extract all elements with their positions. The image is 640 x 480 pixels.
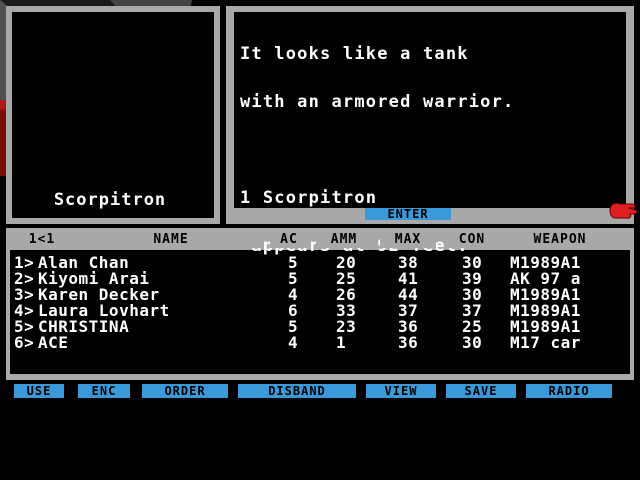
- member-amm: 1: [336, 333, 347, 352]
- order-button[interactable]: ORDER: [142, 384, 228, 398]
- portrait-panel: [12, 12, 214, 218]
- message-line: It looks like a tank: [240, 44, 469, 64]
- disband-button[interactable]: DISBAND: [238, 384, 356, 398]
- column-header-con: CON: [444, 232, 500, 248]
- column-header-amm: AMM: [316, 232, 372, 248]
- save-button[interactable]: SAVE: [446, 384, 516, 398]
- enc-button[interactable]: ENC: [78, 384, 130, 398]
- view-button[interactable]: VIEW: [366, 384, 436, 398]
- message-line: 1 Scorpitron: [240, 188, 378, 208]
- member-name: ACE: [38, 333, 69, 352]
- enter-button[interactable]: ENTER: [365, 208, 451, 220]
- slot-number: 6>: [14, 333, 35, 352]
- monster-name: Scorpitron: [53, 190, 167, 210]
- use-button[interactable]: USE: [14, 384, 64, 398]
- column-header-max: MAX: [380, 232, 436, 248]
- radio-button[interactable]: RADIO: [526, 384, 612, 398]
- column-header-weapon: WEAPON: [508, 232, 612, 248]
- encounter-message: It looks like a tank with an armored war…: [240, 14, 620, 255]
- member-ac: 4: [288, 333, 299, 352]
- member-con: 30: [462, 333, 483, 352]
- pointing-hand-icon: [608, 200, 638, 226]
- page-indicator[interactable]: 1<1: [14, 232, 70, 248]
- column-header-name: NAME: [78, 232, 264, 248]
- member-max: 36: [398, 333, 419, 352]
- message-line: [240, 142, 620, 158]
- member-weapon: M17 car: [510, 333, 581, 352]
- column-header-ac: AC: [270, 232, 308, 248]
- message-line: with an armored warrior.: [240, 92, 515, 112]
- party-row[interactable]: 6> ACE 4 1 36 30 M17 car: [14, 335, 624, 351]
